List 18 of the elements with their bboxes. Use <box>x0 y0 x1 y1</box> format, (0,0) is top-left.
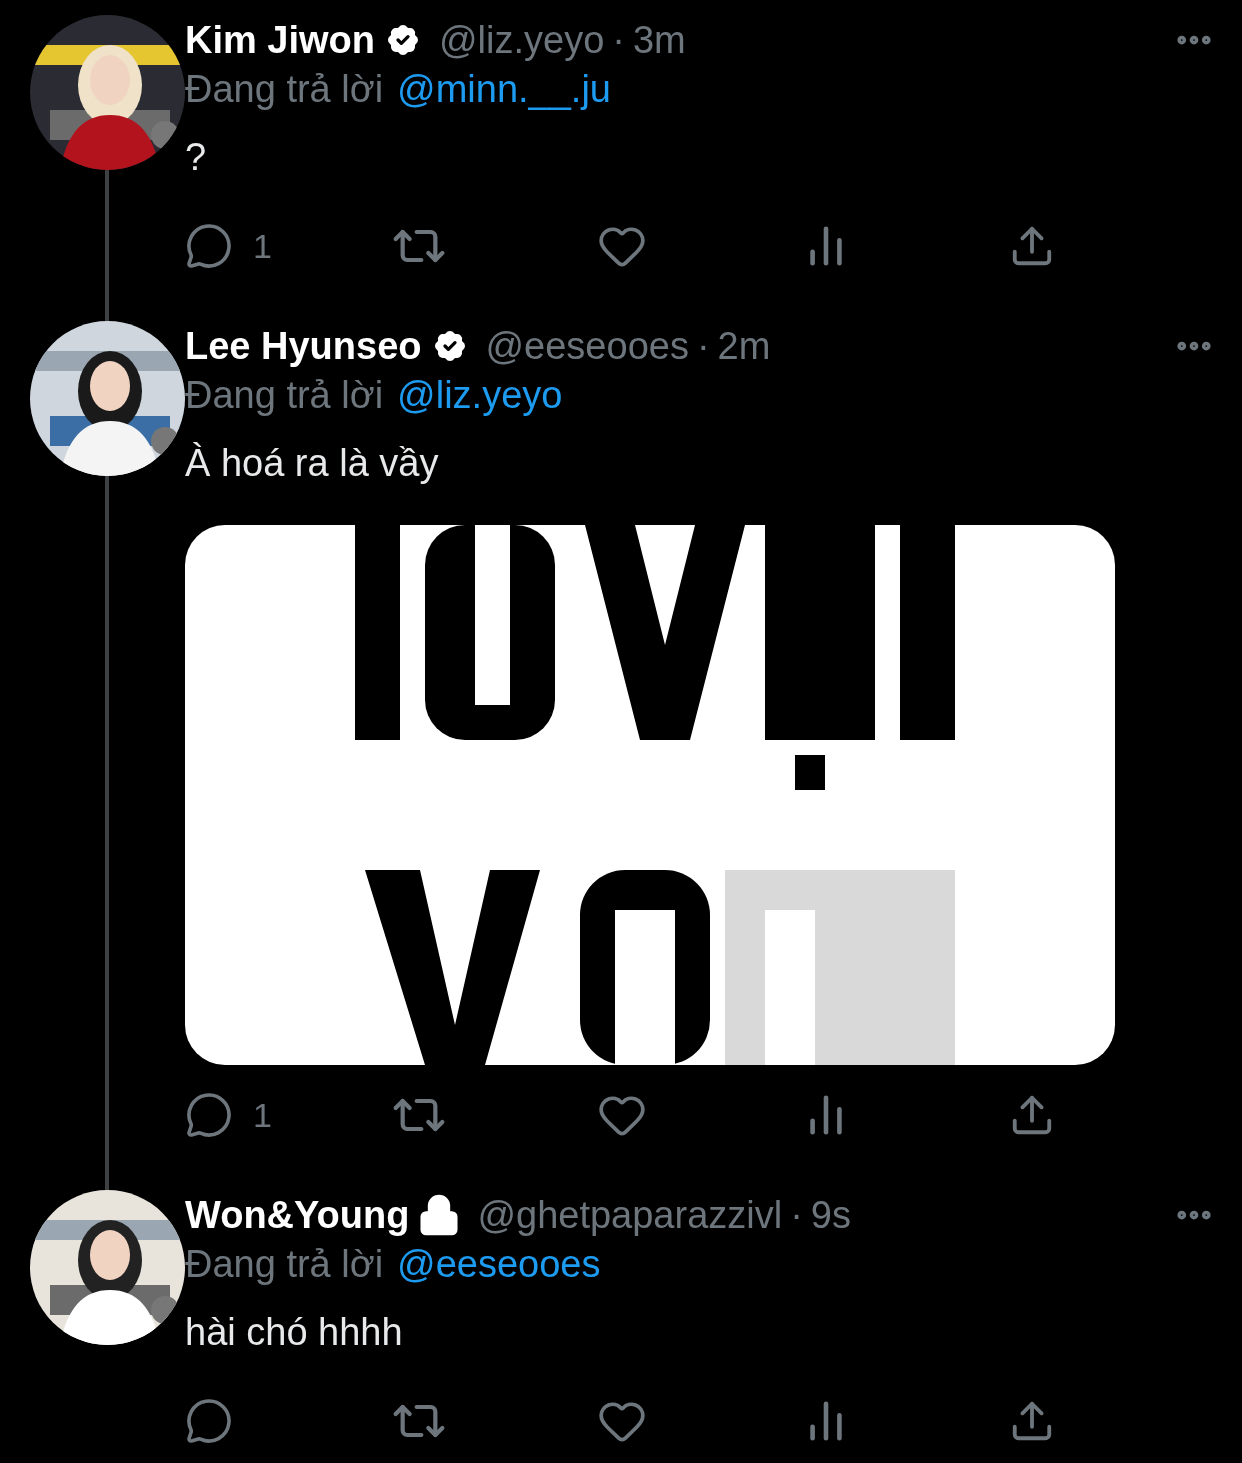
reply-icon[interactable] <box>185 1091 233 1139</box>
separator: · <box>612 17 625 63</box>
tweet-text: À hoá ra là vầy <box>185 441 440 486</box>
replying-label: Đang trả lời <box>185 372 384 418</box>
reply-count: 1 <box>253 1098 272 1132</box>
timestamp[interactable]: 9s <box>810 1186 851 1244</box>
separator: · <box>696 323 710 369</box>
replying-label: Đang trả lời <box>185 1241 384 1287</box>
reply-icon[interactable] <box>185 1397 233 1445</box>
tweet-text: hài chó hhhh <box>185 1310 404 1355</box>
tweet-text: ? <box>185 135 208 180</box>
reply-icon[interactable] <box>185 222 233 270</box>
separator: · <box>790 1192 803 1238</box>
timestamp[interactable]: 2m <box>717 317 771 375</box>
timestamp[interactable]: 3m <box>633 11 686 69</box>
display-name[interactable]: Kim Jiwon <box>185 11 376 69</box>
replying-label: Đang trả lời <box>185 66 384 112</box>
reply-count: 1 <box>253 229 272 263</box>
